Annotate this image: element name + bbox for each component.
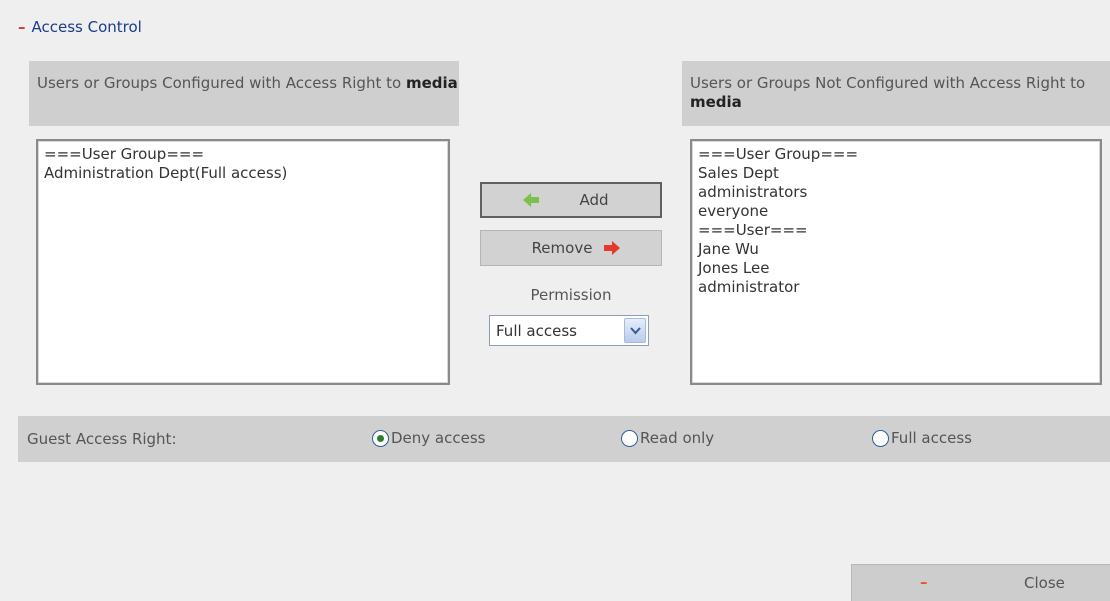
arrow-left-shape [523,193,540,207]
permission-label: Permission [530,286,612,304]
remove-button[interactable]: Remove [480,230,662,266]
radio-deny-access-label[interactable]: Deny access [391,429,485,447]
radio-read-only-label[interactable]: Read only [640,429,714,447]
list-item[interactable]: everyone [698,202,1094,221]
radio-deny-access[interactable]: Deny access [372,429,485,447]
list-item[interactable]: ===User Group=== [44,145,442,164]
section-title[interactable]: Access Control [32,18,142,36]
configured-folder-name: media [405,74,458,92]
radio-full-access[interactable]: Full access [872,429,972,447]
not-configured-folder-name: media [690,93,742,111]
configured-panel-title: Users or Groups Configured with Access R… [29,61,459,126]
radio-read-only[interactable]: Read only [621,429,714,447]
configured-users-listbox[interactable]: ===User Group=== Administration Dept(Ful… [36,139,450,385]
chevron-down-icon[interactable] [624,318,646,343]
list-item[interactable]: ===User Group=== [698,145,1094,164]
list-item[interactable]: Administration Dept(Full access) [44,164,442,183]
close-button-label: Close [1024,574,1065,592]
list-item[interactable]: Jones Lee [698,259,1094,278]
close-button[interactable]: – Close [851,564,1110,601]
remove-button-label: Remove [531,239,593,257]
arrow-right-shape [604,241,621,255]
access-control-page: – Access Control Users or Groups Configur… [0,0,1110,601]
radio-checked-icon[interactable] [372,429,389,447]
collapse-icon[interactable]: – [18,18,26,36]
permission-select[interactable]: Full access [489,315,649,346]
list-item[interactable]: Jane Wu [698,240,1094,259]
minus-icon: – [920,573,928,591]
add-button-label: Add [579,191,609,209]
radio-unchecked-icon[interactable] [872,429,889,447]
list-item[interactable]: administrator [698,278,1094,297]
guest-access-bar: Guest Access Right: Deny access Read onl… [18,416,1110,462]
list-item[interactable]: ===User=== [698,221,1094,240]
list-item[interactable]: administrators [698,183,1094,202]
add-button[interactable]: Add [480,182,662,218]
arrow-right-icon [604,241,621,255]
radio-unchecked-icon[interactable] [621,429,638,447]
not-configured-panel-title: Users or Groups Not Configured with Acce… [682,61,1110,126]
radio-full-access-label[interactable]: Full access [891,429,972,447]
not-configured-title-text: Users or Groups Not Configured with Acce… [690,74,1086,92]
configured-title-text: Users or Groups Configured with Access R… [37,74,406,92]
permission-select-value: Full access [496,321,577,340]
arrow-left-icon [523,193,540,207]
guest-access-label: Guest Access Right: [27,430,177,448]
list-item[interactable]: Sales Dept [698,164,1094,183]
chevron-down-shape [629,326,641,334]
access-control-section-toggle[interactable]: – Access Control [18,18,142,36]
not-configured-users-listbox[interactable]: ===User Group=== Sales Dept administrato… [690,139,1102,385]
